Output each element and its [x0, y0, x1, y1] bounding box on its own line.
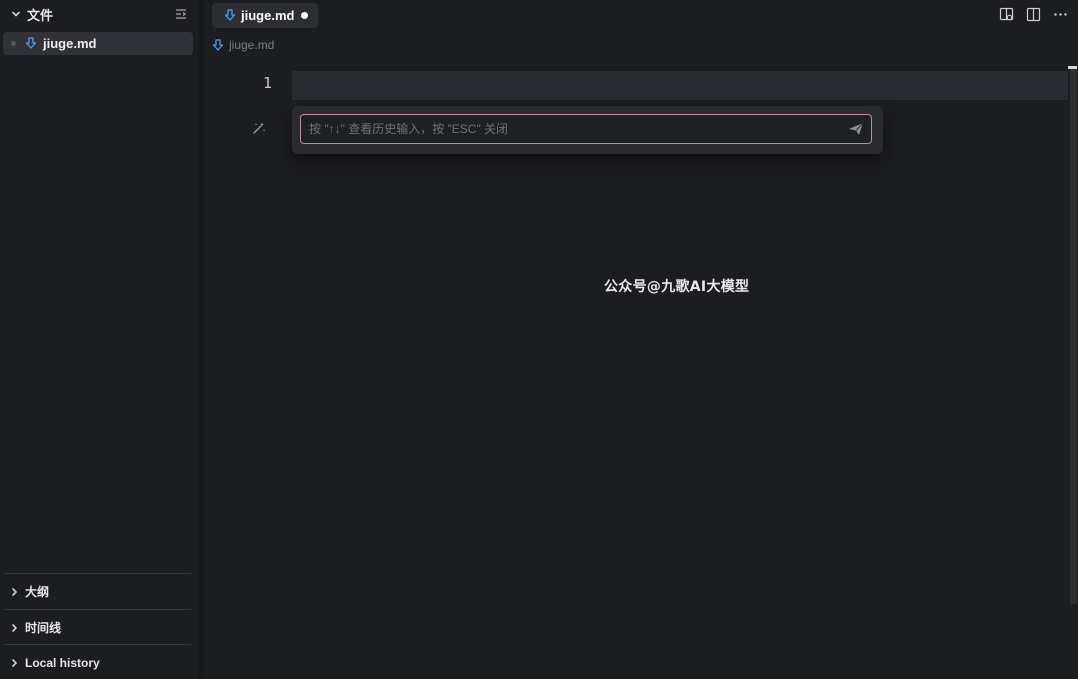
watermark-text: 公众号@九歌AI大模型 — [604, 279, 750, 295]
download-arrow-icon — [25, 37, 37, 50]
unsaved-indicator[interactable] — [301, 12, 308, 19]
editor-actions — [999, 7, 1068, 22]
download-arrow-icon — [212, 38, 224, 52]
sidebar: 文件 jiuge.md 大纲 时间线 Local history — [0, 0, 198, 679]
download-arrow-icon — [224, 9, 236, 22]
editor-area: jiuge.md jiuge.md 1 按 "↑↓" 查看历史输入，按 "ESC… — [204, 0, 1078, 679]
local-history-section[interactable]: Local history — [4, 644, 191, 679]
tab-jiuge-md[interactable]: jiuge.md — [212, 3, 318, 28]
vertical-scrollbar[interactable] — [1070, 66, 1077, 604]
preview-icon[interactable] — [999, 7, 1014, 22]
outline-section-label: 大纲 — [25, 585, 50, 599]
file-item-label: jiuge.md — [43, 36, 97, 51]
ai-prompt-panel — [292, 106, 883, 154]
chevron-right-icon — [6, 655, 22, 671]
outline-section[interactable]: 大纲 — [4, 573, 191, 609]
current-line-highlight[interactable] — [292, 71, 1068, 100]
chevron-right-icon — [6, 620, 22, 636]
split-editor-icon[interactable] — [1026, 7, 1041, 22]
more-icon[interactable] — [1053, 7, 1068, 22]
files-section-header[interactable]: 文件 — [0, 2, 198, 26]
collapse-all-icon[interactable] — [174, 7, 188, 21]
chevron-down-icon — [8, 6, 24, 22]
scrollbar-thumb[interactable] — [1068, 66, 1077, 69]
breadcrumb-label: jiuge.md — [229, 38, 275, 52]
send-icon[interactable] — [847, 121, 865, 137]
file-status-dot — [11, 41, 16, 46]
chevron-right-icon — [6, 584, 22, 600]
tab-label: jiuge.md — [241, 8, 295, 23]
files-section-title: 文件 — [27, 7, 54, 23]
ai-prompt-input[interactable] — [300, 114, 872, 144]
file-item-jiuge-md[interactable]: jiuge.md — [3, 32, 193, 55]
app-window: 文件 jiuge.md 大纲 时间线 Local history jiuge.m… — [0, 0, 1078, 679]
breadcrumb[interactable]: jiuge.md — [212, 38, 274, 52]
magic-wand-icon[interactable] — [252, 121, 266, 135]
timeline-section-label: 时间线 — [25, 621, 62, 635]
local-history-section-label: Local history — [25, 655, 100, 670]
timeline-section[interactable]: 时间线 — [4, 609, 191, 645]
line-number: 1 — [262, 74, 272, 92]
